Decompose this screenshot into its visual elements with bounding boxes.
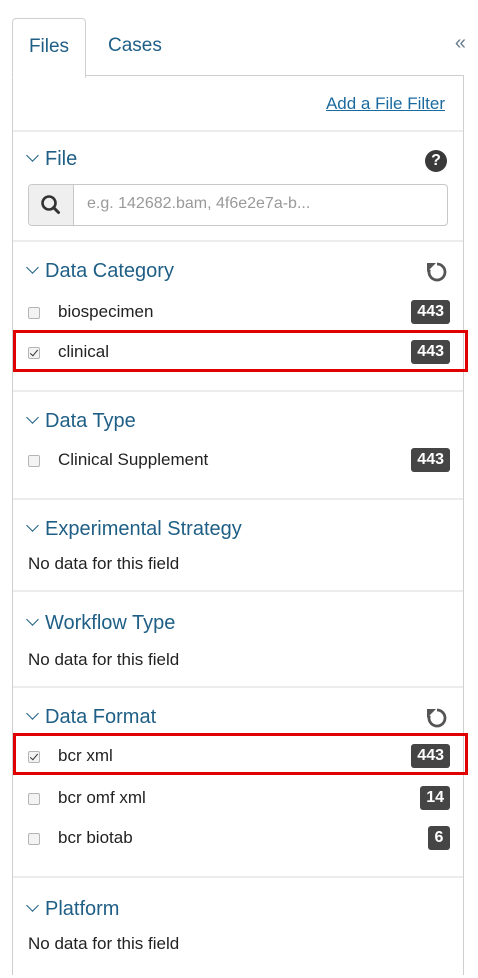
experimental-strategy-facet: Experimental Strategy No data for this f… [13,500,463,590]
option-label: bcr omf xml [58,788,146,807]
add-filter-section: Add a File Filter [13,76,463,130]
file-search [28,184,448,226]
data-format-facet: Data Format bcr xml 443 bcr omf xml 14 b… [13,688,463,876]
facet-title-data-format[interactable]: Data Format [26,706,157,729]
checkbox-checked[interactable] [28,751,40,763]
help-icon[interactable]: ? [425,150,447,172]
option-label: bcr biotab [58,828,133,847]
facet-title-label: Data Type [45,410,136,432]
chevron-down-icon [26,149,39,162]
collapse-sidebar-icon[interactable]: « [455,32,466,55]
tab-cases[interactable]: Cases [108,18,162,76]
search-button[interactable] [29,185,74,225]
chevron-down-icon [26,411,39,424]
count-badge: 443 [411,744,450,768]
list-item[interactable]: clinical 443 [28,340,450,368]
facet-title-data-category[interactable]: Data Category [26,260,174,283]
platform-facet: Platform No data for this field [13,878,463,978]
reset-icon[interactable] [425,706,449,730]
facet-title-label: Workflow Type [45,612,176,634]
facet-title-label: File [45,148,78,170]
count-badge: 6 [428,826,450,850]
empty-message: No data for this field [28,554,180,573]
filter-panel: Add a File Filter File ? Data Category b… [12,75,464,978]
facet-title-file[interactable]: File [26,148,78,171]
facet-title-workflow-type[interactable]: Workflow Type [26,612,176,635]
facet-title-label: Data Format [45,706,157,728]
checkbox[interactable] [28,307,40,319]
count-badge: 443 [411,300,450,324]
list-item[interactable]: bcr xml 443 [28,744,450,772]
tab-bar: Files Cases « [0,0,478,78]
data-category-facet: Data Category biospecimen 443 clinical 4… [13,242,463,390]
file-facet: File ? [13,132,463,240]
chevron-down-icon [26,707,39,720]
chevron-down-icon [26,899,39,912]
chevron-down-icon [26,261,39,274]
file-search-input[interactable] [85,194,439,214]
checkbox-checked[interactable] [28,347,40,359]
workflow-type-facet: Workflow Type No data for this field [13,592,463,686]
list-item[interactable]: biospecimen 443 [28,300,450,328]
search-icon [41,195,60,214]
facet-title-data-type[interactable]: Data Type [26,410,136,433]
checkbox[interactable] [28,833,40,845]
facet-title-label: Data Category [45,260,174,282]
reset-icon[interactable] [425,260,449,284]
list-item[interactable]: Clinical Supplement 443 [28,448,450,476]
checkbox[interactable] [28,793,40,805]
facet-title-label: Platform [45,898,120,920]
list-item[interactable]: bcr omf xml 14 [28,786,450,814]
empty-message: No data for this field [28,650,180,669]
facet-title-platform[interactable]: Platform [26,898,120,921]
facet-title-label: Experimental Strategy [45,518,242,540]
data-type-facet: Data Type Clinical Supplement 443 [13,392,463,498]
option-label: clinical [58,342,110,361]
add-file-filter-link[interactable]: Add a File Filter [326,94,445,114]
tab-files[interactable]: Files [12,18,86,78]
facet-title-experimental-strategy[interactable]: Experimental Strategy [26,518,242,541]
chevron-down-icon [26,613,39,626]
list-item[interactable]: bcr biotab 6 [28,826,450,854]
option-label: Clinical Supplement [58,450,209,469]
count-badge: 14 [420,786,450,810]
chevron-down-icon [26,519,39,532]
option-label: biospecimen [58,302,154,321]
empty-message: No data for this field [28,934,180,953]
checkbox[interactable] [28,455,40,467]
option-label: bcr xml [58,746,113,765]
count-badge: 443 [411,448,450,472]
count-badge: 443 [411,340,450,364]
